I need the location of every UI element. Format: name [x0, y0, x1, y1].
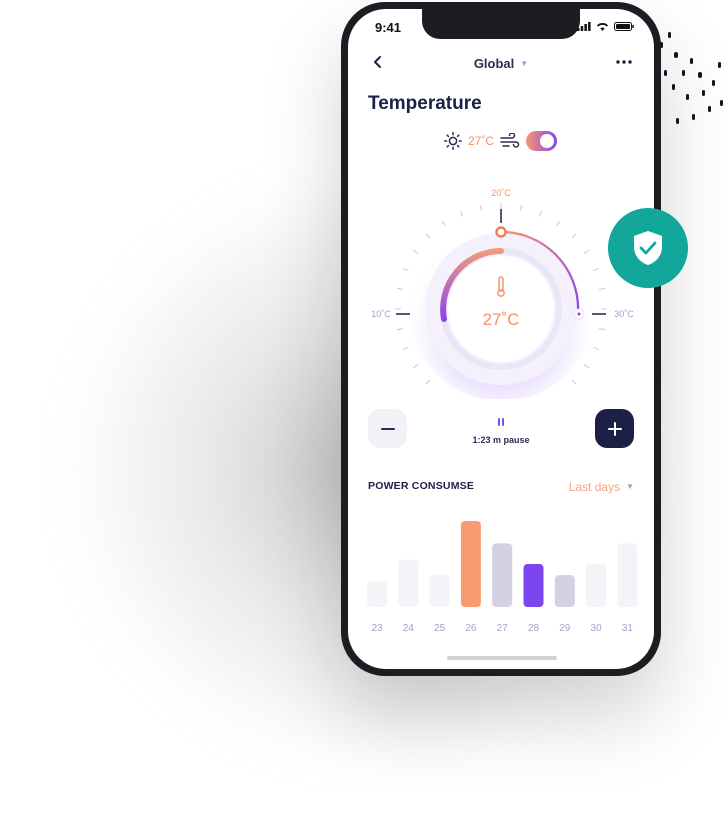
- day-label-30: 30: [591, 623, 603, 634]
- minus-icon: [380, 427, 395, 430]
- phone-screen: 9:41 Global ▼ Temperature 27˚C 20˚C 10˚C…: [348, 9, 654, 669]
- dial-tick: [571, 233, 577, 239]
- dial-temperature-value: 27˚C: [483, 310, 520, 329]
- home-indicator: [447, 656, 557, 660]
- dial-tick: [571, 379, 577, 385]
- decrease-temp-button[interactable]: [368, 409, 407, 448]
- dial-tick: [425, 379, 431, 385]
- current-temperature: 27˚C: [468, 134, 495, 148]
- weather-status-row: 27˚C: [444, 131, 558, 151]
- phone-frame: 9:41 Global ▼ Temperature 27˚C 20˚C 10˚C…: [341, 2, 661, 676]
- chevron-down-icon: ▼: [520, 59, 529, 68]
- shield-check-icon: [634, 231, 662, 265]
- range-handle-dot: [577, 312, 581, 316]
- period-filter-label: Last days: [568, 480, 621, 494]
- day-label-23: 23: [371, 623, 383, 634]
- power-bar-31[interactable]: [617, 543, 638, 607]
- increase-temp-button[interactable]: [595, 409, 634, 448]
- power-bar-28[interactable]: [523, 564, 544, 607]
- phone-notch: [422, 9, 580, 39]
- dial-tick: [412, 249, 419, 254]
- dial-tick: [599, 287, 606, 290]
- wind-icon: [500, 133, 520, 148]
- day-label-28: 28: [528, 623, 540, 634]
- power-bar-24[interactable]: [398, 559, 419, 607]
- pause-icon[interactable]: [498, 418, 504, 426]
- dial-tick: [520, 204, 523, 211]
- dial-tick: [599, 328, 606, 331]
- power-consumption-chart: 23 24 25 26 27 28 29 30 31: [367, 521, 638, 634]
- power-section-title: POWER CONSUMSE: [368, 480, 475, 492]
- temperature-dial[interactable]: 20˚C 10˚C 30˚C 27˚C: [348, 169, 654, 399]
- day-label-24: 24: [403, 623, 415, 634]
- dial-tick: [402, 267, 409, 272]
- dial-center: [448, 256, 554, 362]
- dial-tick: [412, 364, 419, 369]
- security-badge: [608, 208, 688, 288]
- setpoint-handle[interactable]: [495, 226, 507, 238]
- day-label-26: 26: [465, 623, 477, 634]
- dial-tick: [593, 346, 600, 351]
- power-bar-25[interactable]: [429, 575, 450, 607]
- climate-toggle[interactable]: [526, 131, 558, 151]
- dial-tick: [402, 346, 409, 351]
- dial-tick: [583, 364, 590, 369]
- pause-label: 1:23 m pause: [472, 435, 530, 445]
- dial-tick: [425, 233, 431, 239]
- dial-tick: [556, 220, 561, 227]
- dial-tick: [396, 287, 403, 290]
- dial-tick: [441, 220, 446, 227]
- day-label-27: 27: [497, 623, 509, 634]
- signal-icon: [577, 22, 591, 31]
- dial-tick: [538, 210, 543, 217]
- power-bar-29[interactable]: [554, 575, 575, 607]
- status-time: 9:41: [375, 20, 402, 35]
- location-label: Global: [473, 56, 515, 71]
- page-title: Temperature: [368, 93, 482, 114]
- plus-icon: [607, 421, 622, 436]
- toggle-knob: [540, 134, 555, 148]
- battery-icon: [614, 22, 634, 31]
- chevron-down-icon: ▼: [626, 482, 634, 491]
- dial-tick: [479, 204, 482, 211]
- power-bar-26[interactable]: [460, 521, 481, 607]
- dial-tick: [583, 249, 590, 254]
- status-icons: [577, 22, 634, 31]
- day-label-25: 25: [434, 623, 446, 634]
- period-filter[interactable]: Last days ▼: [569, 480, 634, 494]
- day-label-31: 31: [622, 623, 634, 634]
- right-temp-label: 30˚C: [614, 309, 634, 319]
- day-label-29: 29: [559, 623, 571, 634]
- power-bar-30[interactable]: [586, 564, 607, 607]
- dial-tick: [396, 328, 403, 331]
- left-temp-label: 10˚C: [371, 309, 391, 319]
- power-bar-27[interactable]: [492, 543, 513, 607]
- sun-icon: [444, 132, 462, 150]
- top-temp-label: 20˚C: [491, 188, 511, 198]
- power-bar-23[interactable]: [367, 581, 387, 607]
- dial-tick: [459, 210, 464, 217]
- location-selector[interactable]: Global ▼: [348, 56, 654, 71]
- dial-tick: [593, 267, 600, 272]
- wifi-icon: [597, 23, 608, 31]
- pause-control: 1:23 m pause: [458, 413, 544, 445]
- more-options-icon[interactable]: [616, 60, 632, 64]
